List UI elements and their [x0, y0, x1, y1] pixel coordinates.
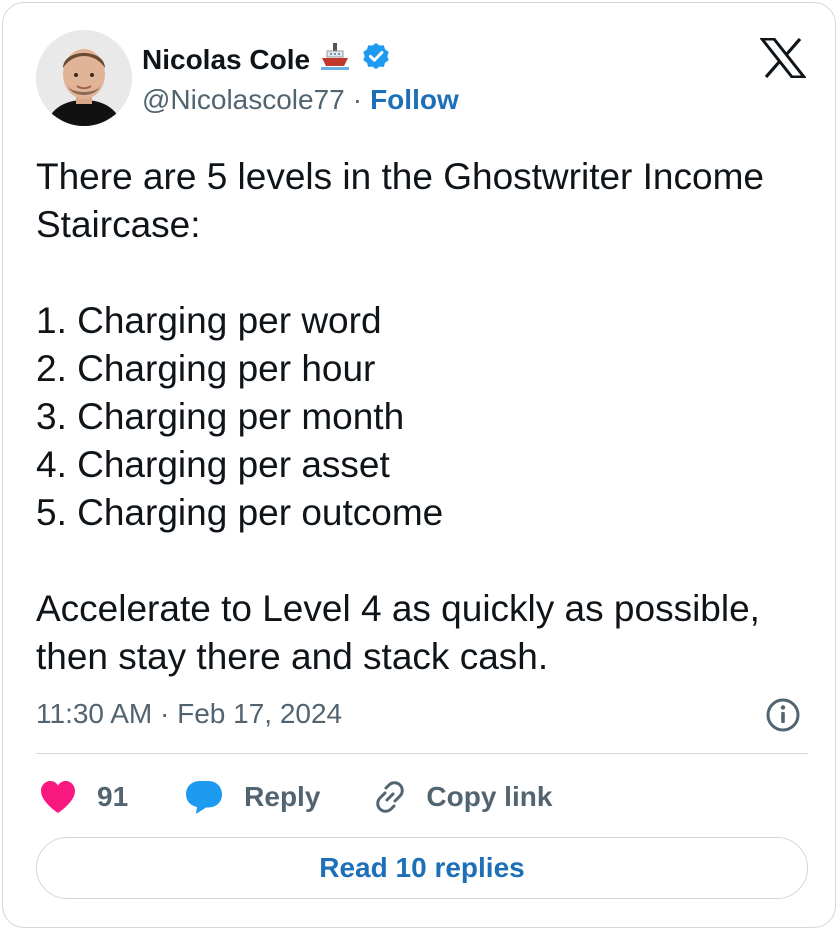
- avatar[interactable]: [36, 30, 132, 126]
- like-count: 91: [97, 781, 129, 812]
- copy-link-label: Copy link: [426, 781, 553, 812]
- author-name[interactable]: Nicolas Cole: [142, 43, 310, 77]
- info-icon[interactable]: [765, 697, 801, 733]
- ship-emoji-icon: [320, 41, 350, 78]
- copy-link-button[interactable]: Copy link: [372, 779, 552, 815]
- like-button[interactable]: 91: [39, 780, 184, 814]
- divider: [36, 753, 808, 754]
- heart-icon: [39, 780, 77, 814]
- author-handle[interactable]: @Nicolascole77: [142, 83, 345, 117]
- verified-badge-icon: [360, 41, 392, 78]
- tweet-card: Nicolas Cole @Nicolascole77 · Follow The…: [2, 2, 836, 928]
- tweet-text: There are 5 levels in the Ghostwriter In…: [36, 156, 764, 677]
- action-bar: 91 Reply Copy link: [39, 775, 552, 819]
- author-handle-row: @Nicolascole77 · Follow: [142, 83, 459, 117]
- reply-button[interactable]: Reply: [184, 779, 372, 815]
- link-icon: [372, 779, 408, 815]
- reply-label: Reply: [244, 781, 321, 812]
- avatar-photo: [36, 30, 132, 126]
- separator-dot: ·: [352, 84, 363, 115]
- author-name-row: Nicolas Cole: [142, 41, 392, 78]
- read-replies-button[interactable]: Read 10 replies: [36, 837, 808, 899]
- tweet-timestamp[interactable]: 11:30 AM · Feb 17, 2024: [36, 697, 342, 731]
- reply-bubble-icon: [184, 779, 224, 815]
- follow-button[interactable]: Follow: [370, 83, 459, 117]
- x-logo-icon[interactable]: [758, 37, 808, 79]
